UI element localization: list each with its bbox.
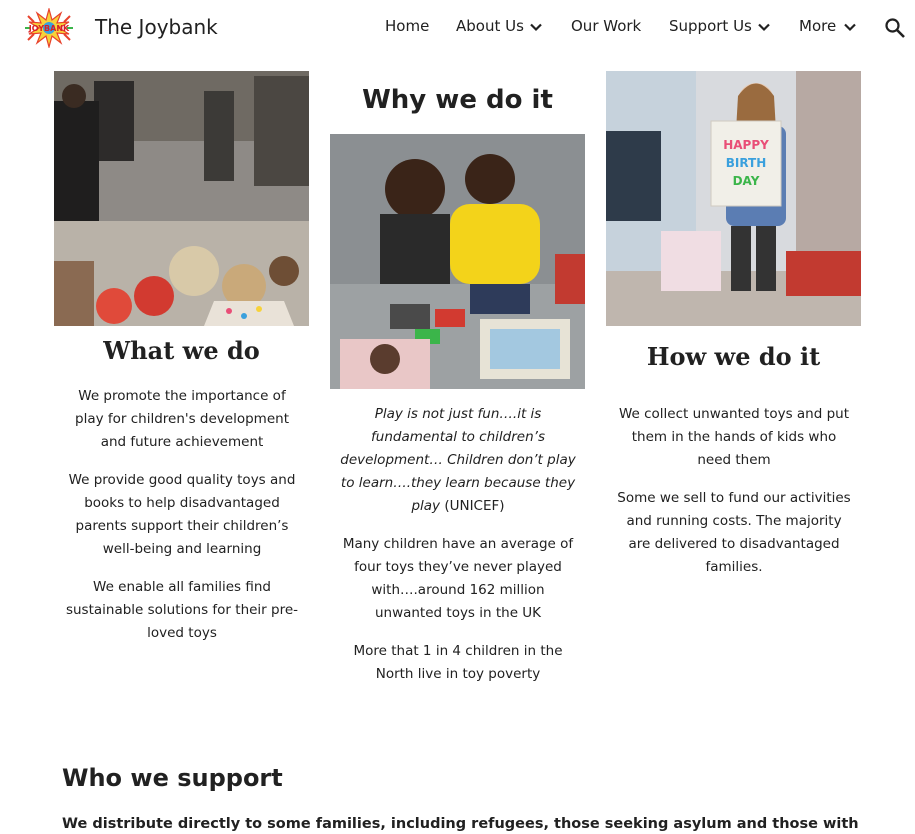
why-we-do-it-text: Play is not just fun….it is fundamental … <box>338 403 578 701</box>
paragraph: We enable all families find sustainable … <box>65 579 299 641</box>
site-header: JOYBANK The Joybank Home About Us Our Wo… <box>0 0 915 56</box>
svg-text:BIRTH: BIRTH <box>726 156 767 170</box>
what-we-do-text: We promote the importance of play for ch… <box>62 385 302 660</box>
nav-our-work[interactable]: Our Work <box>571 17 641 35</box>
svg-text:DAY: DAY <box>733 174 760 188</box>
paragraph: Many children have an average of four to… <box>342 536 574 621</box>
chevron-down-icon[interactable] <box>843 20 857 34</box>
site-title[interactable]: The Joybank <box>95 15 218 39</box>
paragraph: Some we sell to fund our activities and … <box>617 490 851 575</box>
who-we-support-text: We distribute directly to some families,… <box>62 816 859 832</box>
unicef-quote: Play is not just fun….it is fundamental … <box>338 403 578 518</box>
how-we-do-it-heading: How we do it <box>646 342 821 371</box>
toys-table-photo <box>54 71 309 326</box>
quote-source: (UNICEF) <box>444 498 505 514</box>
paragraph: More that 1 in 4 children in the North l… <box>353 643 563 682</box>
search-icon[interactable] <box>884 17 906 39</box>
why-we-do-it-heading: Why we do it <box>362 85 553 115</box>
nav-home[interactable]: Home <box>385 17 429 35</box>
how-we-do-it-text: We collect unwanted toys and put them in… <box>614 403 854 594</box>
paragraph: We promote the importance of play for ch… <box>75 388 289 450</box>
birthday-bag-photo: HAPPY BIRTH DAY <box>606 71 861 326</box>
joybank-logo[interactable]: JOYBANK <box>22 8 76 48</box>
svg-text:HAPPY: HAPPY <box>723 138 769 152</box>
paragraph: We provide good quality toys and books t… <box>68 472 296 557</box>
nav-about-us[interactable]: About Us <box>456 17 524 35</box>
paragraph: We collect unwanted toys and put them in… <box>618 406 850 468</box>
chevron-down-icon[interactable] <box>529 20 543 34</box>
chevron-down-icon[interactable] <box>757 20 771 34</box>
nav-more[interactable]: More <box>799 17 836 35</box>
what-we-do-heading: What we do <box>103 336 260 365</box>
who-we-support-heading: Who we support <box>62 764 283 792</box>
nav-support-us[interactable]: Support Us <box>669 17 752 35</box>
svg-text:JOYBANK: JOYBANK <box>28 24 70 33</box>
children-playing-photo <box>330 134 585 389</box>
